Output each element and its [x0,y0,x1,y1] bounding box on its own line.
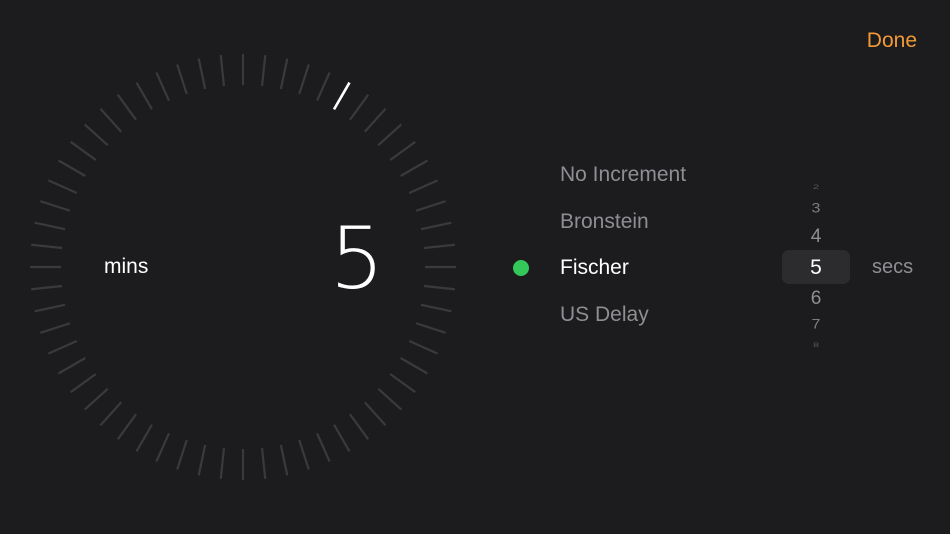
dial-tick [400,357,429,375]
dial-tick [155,432,170,463]
dial-tick [99,107,123,133]
dial-tick [389,373,416,394]
dial-tick [389,140,416,161]
dial-tick [260,55,267,87]
dial-tick [420,303,452,313]
dial-tick [349,413,370,440]
dial-tick [363,401,387,427]
dial-tick [116,413,137,440]
dial-tick [333,424,351,453]
dial-tick [316,71,331,102]
dial-tick [377,123,403,147]
dial-tick [408,340,439,355]
seconds-picker[interactable]: 2 3 4 5 6 7 8 [782,176,850,354]
selected-dot-icon [513,260,529,277]
seconds-unit-label: secs [872,256,914,278]
dial-tick [408,179,439,194]
dial-tick [176,64,188,95]
dial-tick [40,200,71,212]
dial-tick [47,340,78,355]
dial-tick [260,447,267,479]
dial-tick [47,179,78,194]
dial-tick [400,159,429,177]
dial-tick [57,357,86,375]
mode-no-increment[interactable]: No Increment [510,152,686,199]
dial-tick [70,140,97,161]
dial-tick [155,71,170,102]
dial-tick [279,58,289,90]
dial-tick [34,221,66,231]
picker-option[interactable]: 2 [782,184,850,191]
dial-tick [420,221,452,231]
dial-tick [423,243,455,250]
dial-tick [176,439,188,470]
increment-mode-list: No Increment Bronstein Fischer US Delay [510,152,686,338]
dial-tick [423,284,455,291]
minutes-unit-label: mins [104,255,149,278]
dial-tick [363,107,387,133]
mode-bronstein[interactable]: Bronstein [510,199,686,246]
dial-tick [316,432,331,463]
picker-option[interactable]: 8 [782,342,850,349]
mode-label: Bronstein [560,209,649,233]
dial-tick [31,243,63,250]
dial-tick [83,387,109,411]
mode-label: Fischer [560,256,629,280]
picker-option[interactable]: 6 [782,289,850,308]
picker-option[interactable]: 4 [782,227,850,246]
minutes-value: 5 [329,209,385,309]
picker-option[interactable]: 7 [782,318,850,332]
done-button[interactable]: Done [867,29,917,53]
dial-tick [298,64,310,95]
dial-tick [415,200,446,212]
dial-tick [99,401,123,427]
dial-tick [197,58,207,90]
dial-tick [116,94,137,121]
dial-tick [31,284,63,291]
mode-label: No Increment [560,163,687,187]
dial-active-tick [332,81,351,111]
dial-tick [135,424,153,453]
mode-fischer[interactable]: Fischer [510,245,686,292]
dial-tick [70,373,97,394]
dial-tick [219,55,226,87]
mode-us-delay[interactable]: US Delay [510,292,686,339]
dial-tick [298,439,310,470]
dial-tick [349,94,370,121]
dial-tick [377,387,403,411]
dial-tick [415,322,446,334]
dial-tick [83,123,109,147]
dial-tick [219,447,226,479]
dial-tick [197,444,207,476]
dial-tick [57,159,86,177]
dial-tick [279,444,289,476]
dial-tick [34,303,66,313]
dial-tick [40,322,71,334]
picker-option[interactable]: 3 [782,202,850,216]
mode-label: US Delay [560,302,649,326]
picker-option-selected[interactable]: 5 [782,257,850,278]
dial-tick [135,81,153,110]
